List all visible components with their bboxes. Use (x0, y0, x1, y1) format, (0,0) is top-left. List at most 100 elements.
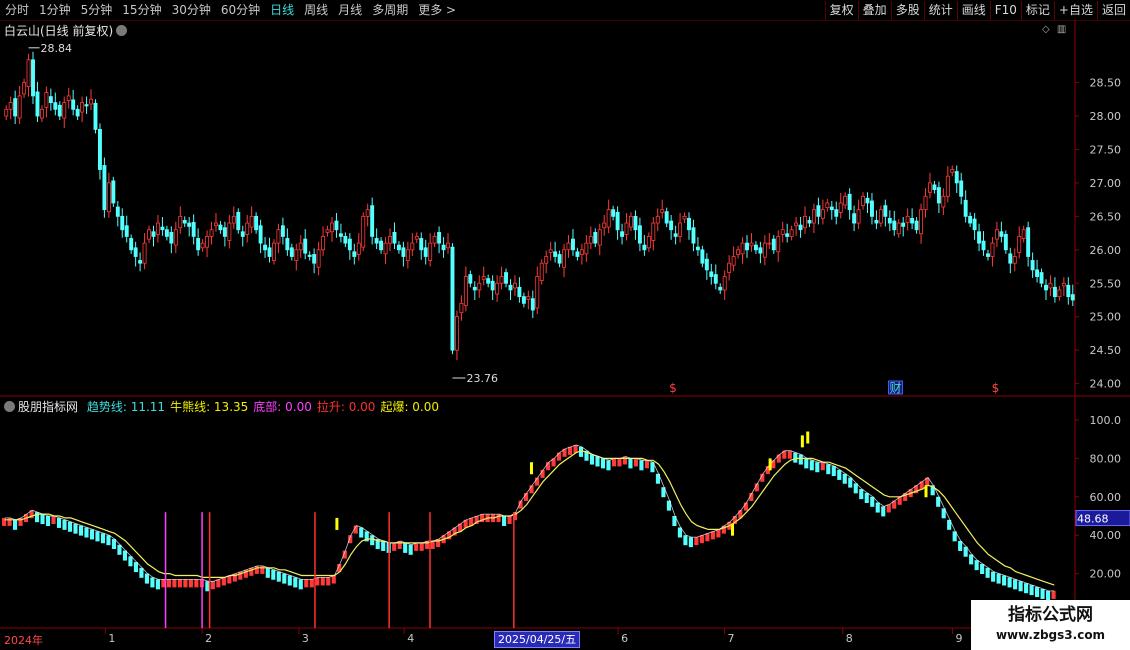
price-tick-label: 26.00 (1090, 244, 1122, 257)
candle-body (276, 229, 281, 244)
candle-body (115, 206, 120, 217)
candle-body (441, 244, 446, 251)
candle-body (26, 59, 31, 87)
indicator-title: 股朋指标网 趋势线: 11.11 牛熊线: 13.35 底部: 0.00 拉升: 0.… (4, 398, 439, 415)
candle-body (142, 242, 147, 264)
candle-body (423, 247, 428, 257)
indicator-bar (699, 535, 704, 544)
candle-body (490, 280, 495, 291)
candle-body (887, 217, 892, 224)
indicator-bar (996, 573, 1001, 584)
candle-body (553, 251, 558, 257)
candle-body (343, 236, 348, 244)
indicator-bar (496, 514, 501, 523)
candle-body (1052, 286, 1057, 298)
indicator-bar (150, 577, 155, 588)
indicator-bar (694, 537, 699, 546)
candle-body (1003, 234, 1008, 251)
indicator-bar (980, 564, 985, 574)
indicator-bar (95, 531, 100, 542)
candle-body (972, 218, 977, 231)
candle-body (307, 254, 312, 257)
indicator-bar (392, 542, 397, 551)
indicator-bar (991, 571, 996, 582)
candle-body (526, 296, 531, 300)
candle-body (1021, 229, 1026, 239)
indicator-bar (414, 542, 419, 551)
indicator-bar (128, 556, 133, 567)
candle-body (803, 215, 807, 229)
candle-body (521, 296, 526, 304)
stock-title: 白云山(日线 前复权) (4, 22, 128, 39)
candle-body (878, 209, 883, 224)
x-tick-label: 9 (955, 632, 962, 645)
watermark-url: www.zbgs3.com (995, 628, 1106, 642)
indicator-bar (370, 535, 375, 546)
candle-body (97, 128, 102, 170)
chevron-down-icon[interactable] (116, 25, 128, 36)
indicator-bar (106, 535, 111, 546)
candle-body (963, 199, 968, 217)
candle-body (370, 205, 375, 237)
candle-body (557, 254, 562, 264)
indicator-bar (326, 577, 331, 586)
candle-body (874, 219, 879, 224)
indicator-name: 股朋指标网 (18, 400, 79, 414)
kline-chart[interactable]: 28.50 28.00 27.50 27.00 26.50 26.00 25.50 25.00… (0, 0, 1130, 650)
indicator-bar (787, 450, 792, 459)
indicator-bar (600, 458, 606, 469)
candle-body (789, 229, 794, 237)
indicator-bar (974, 560, 979, 571)
indicator-bar (815, 462, 820, 473)
burst-marker (529, 462, 533, 475)
candle-body (753, 244, 758, 251)
candle-body (147, 229, 151, 240)
indicator-bar (315, 577, 320, 586)
candle-body (459, 302, 464, 314)
candle-body (981, 240, 986, 251)
candle-body (914, 220, 919, 231)
candle-body (71, 99, 76, 110)
indicator-bar (502, 516, 507, 526)
candle-body (767, 242, 772, 245)
candle-body (994, 229, 999, 240)
candle-body (414, 236, 419, 240)
indicator-bar (122, 550, 128, 561)
candle-body (53, 102, 58, 110)
diamond-icon[interactable]: ◇ (1042, 24, 1050, 35)
indicator-value-2: 底部: 0.00 (253, 400, 312, 414)
indicator-bar (804, 458, 809, 469)
candle-body (463, 276, 468, 306)
indicator-bar (155, 579, 160, 590)
indicator-bar (622, 456, 628, 465)
burst-marker (800, 435, 804, 448)
candle-body (798, 224, 803, 231)
candle-body (816, 205, 821, 217)
candle-body (1048, 282, 1053, 289)
indicator-bar (1013, 579, 1018, 590)
candle-body (236, 211, 241, 231)
price-tick-label: 28.00 (1090, 110, 1122, 123)
layout-icon[interactable]: ▥ (1057, 24, 1066, 35)
indicator-bar (826, 464, 831, 475)
candle-body (481, 276, 486, 280)
indicator-bar (45, 516, 51, 526)
candle-body (950, 169, 955, 173)
candle-body (249, 215, 254, 228)
candle-body (428, 242, 433, 261)
price-tick-label: 26.50 (1090, 210, 1122, 223)
candle-body (718, 286, 723, 291)
chevron-down-icon[interactable] (4, 401, 15, 412)
candle-body (495, 282, 500, 295)
candle-body (245, 222, 250, 235)
candle-body (240, 231, 245, 237)
burst-marker (924, 485, 928, 498)
candle-body (312, 254, 317, 264)
candle-body (472, 286, 477, 291)
candle-body (303, 238, 308, 254)
ind-tick-label: 80.00 (1090, 452, 1122, 465)
candle-body (1061, 282, 1066, 287)
candle-body (178, 215, 183, 229)
burst-marker (335, 517, 339, 530)
indicator-bar (853, 483, 858, 494)
